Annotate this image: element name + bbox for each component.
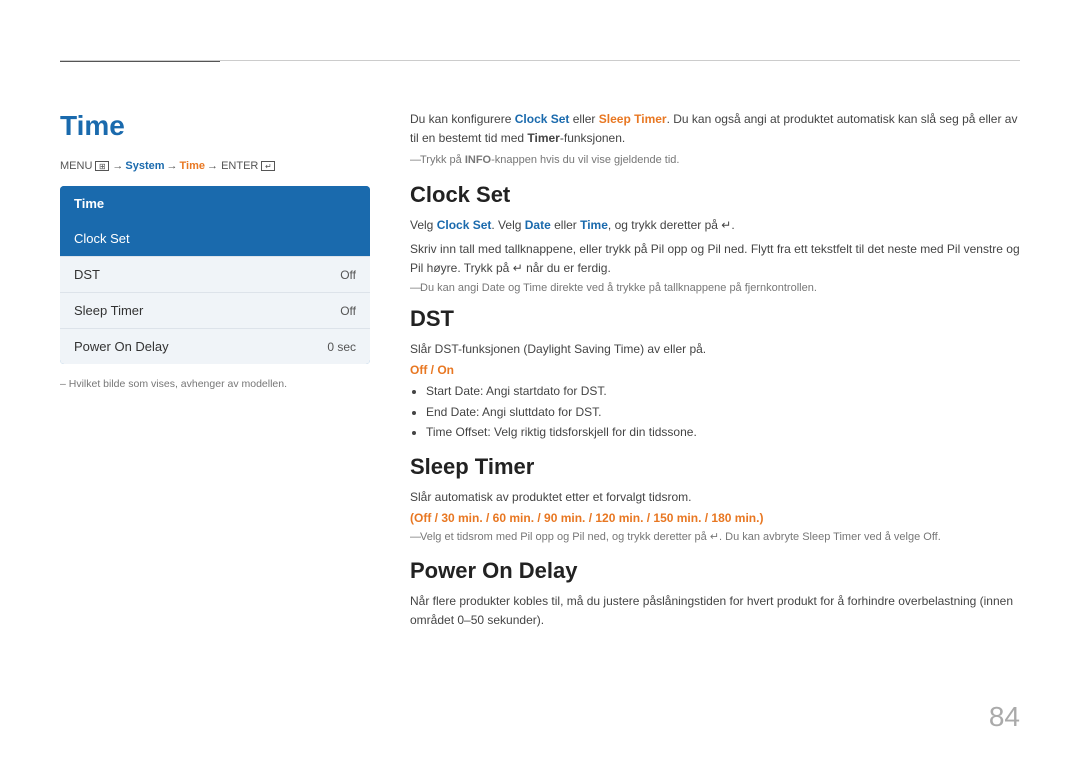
- dst-bullet-time-offset: Time Offset: Velg riktig tidsforskjell f…: [426, 422, 1020, 442]
- section-title-clock-set: Clock Set: [410, 182, 1020, 208]
- dst-options: Off / On: [410, 363, 1020, 377]
- dst-off-on: Off / On: [410, 363, 454, 377]
- clock-set-sub-note: Du kan angi Date og Time direkte ved å t…: [410, 282, 1020, 294]
- power-on-delay-body1: Når flere produkter kobles til, må du ju…: [410, 592, 1020, 630]
- menu-item-label-clock-set: Clock Set: [74, 231, 130, 246]
- section-title-dst: DST: [410, 306, 1020, 332]
- section-title-power-on-delay: Power On Delay: [410, 558, 1020, 584]
- sleep-timer-values: (Off / 30 min. / 60 min. / 90 min. / 120…: [410, 511, 763, 525]
- intro-text: Du kan konfigurere Clock Set eller Sleep…: [410, 110, 1020, 148]
- page-number: 84: [989, 701, 1020, 733]
- menu-item-clock-set[interactable]: Clock Set: [60, 221, 370, 257]
- content-wrapper: Time MENU ⊞ → System → Time → ENTER ↵ Ti…: [60, 110, 1020, 634]
- time-ref: Time: [523, 282, 547, 294]
- dst-bullet-end-date: End Date: Angi sluttdato for DST.: [426, 402, 1020, 422]
- off-ref: Off: [923, 531, 937, 543]
- menu-item-label-sleep: Sleep Timer: [74, 303, 143, 318]
- top-rule: [60, 60, 1020, 61]
- menu-item-value-power: 0 sec: [327, 340, 356, 354]
- dst-bullet-start-date: Start Date: Angi startdato for DST.: [426, 381, 1020, 401]
- menu-item-dst[interactable]: DST Off: [60, 257, 370, 293]
- system-label: System: [125, 160, 164, 172]
- menu-box-header: Time: [60, 186, 370, 221]
- enter-icon: ↵: [261, 161, 275, 171]
- end-date-label: End Date: [426, 405, 476, 419]
- left-note: – Hvilket bilde som vises, avhenger av m…: [60, 378, 370, 390]
- intro-timer-bold: Timer: [527, 131, 559, 145]
- menu-item-value-sleep: Off: [340, 304, 356, 318]
- time-offset-label: Time Offset: [426, 425, 487, 439]
- clock-set-body1: Velg Clock Set. Velg Date eller Time, og…: [410, 216, 1020, 235]
- time-label: Time: [180, 160, 205, 172]
- menu-item-sleep-timer[interactable]: Sleep Timer Off: [60, 293, 370, 329]
- intro-clock-set-highlight: Clock Set: [515, 112, 570, 126]
- menu-box: Time Clock Set DST Off Sleep Timer Off P…: [60, 186, 370, 364]
- section-title-sleep-timer: Sleep Timer: [410, 454, 1020, 480]
- menu-icon: ⊞: [95, 161, 109, 171]
- clock-set-blue1: Clock Set: [437, 218, 492, 232]
- right-column: Du kan konfigurere Clock Set eller Sleep…: [410, 110, 1020, 634]
- start-date-label: Start Date: [426, 384, 480, 398]
- date-blue: Date: [525, 218, 551, 232]
- sleep-timer-options: (Off / 30 min. / 60 min. / 90 min. / 120…: [410, 511, 1020, 525]
- sleep-timer-footer-note: Velg et tidsrom med Pil opp og Pil ned, …: [410, 529, 1020, 546]
- menu-item-label-dst: DST: [74, 267, 100, 282]
- time-blue: Time: [580, 218, 608, 232]
- dst-body1: Slår DST-funksjonen (Daylight Saving Tim…: [410, 340, 1020, 359]
- path-sep3: → ENTER: [207, 160, 258, 172]
- sleep-timer-ref: Sleep Timer: [802, 531, 861, 543]
- menu-path: MENU ⊞ → System → Time → ENTER ↵: [60, 160, 370, 172]
- menu-label: MENU: [60, 160, 92, 172]
- sleep-timer-body1: Slår automatisk av produktet etter et fo…: [410, 488, 1020, 507]
- menu-item-power-on-delay[interactable]: Power On Delay 0 sec: [60, 329, 370, 364]
- path-sep2: →: [167, 160, 178, 172]
- page-title: Time: [60, 110, 370, 142]
- page-container: Time MENU ⊞ → System → Time → ENTER ↵ Ti…: [0, 0, 1080, 763]
- path-sep1: →: [112, 160, 123, 172]
- menu-item-label-power: Power On Delay: [74, 339, 169, 354]
- clock-set-body2: Skriv inn tall med tallknappene, eller t…: [410, 240, 1020, 278]
- dst-bullet-list: Start Date: Angi startdato for DST. End …: [426, 381, 1020, 442]
- intro-sleep-timer-highlight: Sleep Timer: [599, 112, 667, 126]
- intro-note: Trykk på INFO-knappen hvis du vil vise g…: [410, 154, 1020, 166]
- left-column: Time MENU ⊞ → System → Time → ENTER ↵ Ti…: [60, 110, 370, 634]
- menu-item-value-dst: Off: [340, 268, 356, 282]
- date-ref: Date: [482, 282, 505, 294]
